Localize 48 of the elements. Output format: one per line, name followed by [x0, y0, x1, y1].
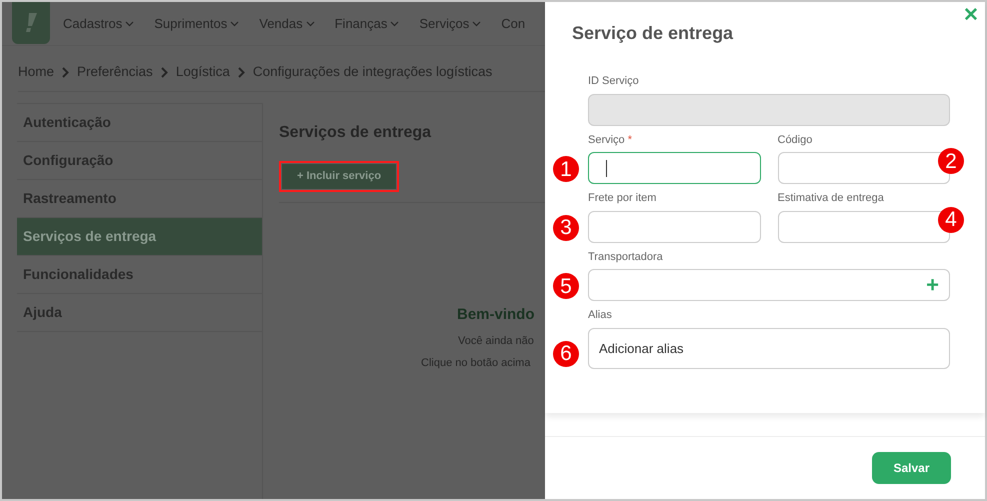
section-title: Serviços de entrega — [279, 123, 432, 144]
panel-title: Serviço de entrega — [572, 22, 734, 45]
chevron-down-icon — [306, 20, 315, 26]
save-button[interactable]: Salvar — [872, 452, 951, 484]
field-label: Alias — [588, 309, 612, 321]
field-label: Código — [778, 134, 812, 146]
annotation-marker: 1 — [553, 156, 579, 182]
input-field[interactable] — [588, 210, 760, 242]
text-cursor — [606, 160, 607, 176]
empty-state-text: Clique no botão acima — [421, 356, 532, 372]
sidebar-item[interactable]: Serviços de entrega — [17, 218, 262, 256]
input-field[interactable]: + — [588, 269, 950, 301]
chevron-down-icon — [472, 20, 482, 26]
breadcrumb-link[interactable]: Preferências — [77, 62, 153, 82]
breadcrumb-link[interactable]: Home — [18, 62, 54, 82]
menu-item[interactable]: Cadastros — [63, 14, 134, 34]
add-service-button[interactable]: + Incluir serviço — [282, 164, 396, 189]
chevron-down-icon — [125, 20, 134, 26]
chevron-down-icon — [390, 20, 400, 26]
chevron-down-icon — [230, 20, 240, 26]
chevron-right-icon — [238, 66, 245, 78]
menu-item[interactable]: Serviços — [419, 14, 482, 34]
breadcrumb-link[interactable]: Logística — [176, 62, 230, 82]
menu-item[interactable]: Con — [501, 14, 526, 34]
empty-state-text: Você ainda não — [458, 334, 535, 349]
field-label: Serviço — [588, 134, 625, 146]
breadcrumb-link[interactable]: Configurações de integrações logísticas — [252, 62, 492, 82]
annotation-marker: 2 — [938, 148, 964, 174]
input-field[interactable]: Adicionar alias — [588, 328, 950, 368]
menu-item[interactable]: Suprimentos — [154, 14, 240, 34]
empty-state-title: Bem-vindo — [457, 304, 535, 325]
add-icon[interactable]: + — [926, 274, 939, 296]
annotation-marker: 4 — [938, 206, 964, 232]
input-field[interactable] — [588, 152, 760, 184]
annotation-marker: 3 — [553, 214, 579, 240]
required-mark: * — [628, 134, 632, 146]
menu-item[interactable]: Vendas — [259, 14, 315, 34]
menu-item[interactable]: Finanças — [334, 14, 400, 34]
field-label: Estimativa de entrega — [778, 192, 884, 204]
logo-icon[interactable] — [12, 2, 50, 44]
field-label: Transportadora — [588, 250, 663, 262]
field-label: Frete por item — [588, 192, 656, 204]
annotation-marker: 6 — [553, 340, 579, 366]
chevron-right-icon — [62, 66, 70, 78]
annotation-marker: 5 — [553, 273, 579, 299]
close-button[interactable]: ✕ — [961, 6, 981, 25]
field-label: ID Serviço — [588, 75, 639, 87]
chevron-right-icon — [160, 66, 168, 78]
